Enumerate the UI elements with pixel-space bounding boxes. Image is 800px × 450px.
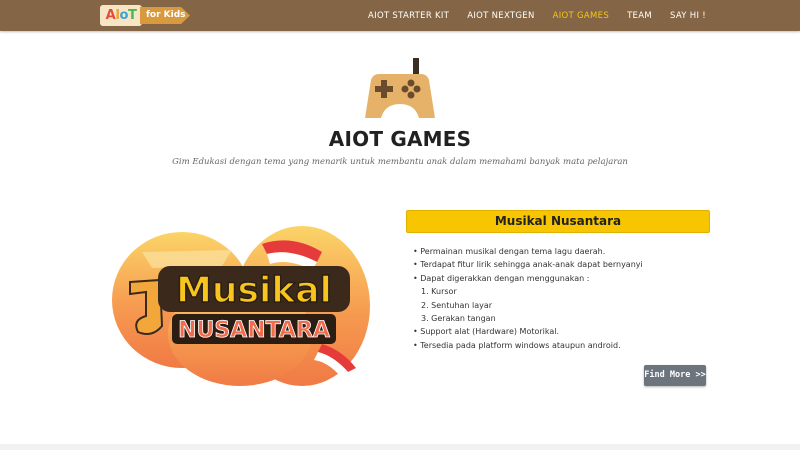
find-more-button[interactable]: Find More >> bbox=[644, 365, 706, 386]
gamepad-icon bbox=[365, 58, 435, 118]
game-title-bar: Musikal Nusantara bbox=[406, 210, 710, 233]
nav-menu: AIOT STARTER KIT AIOT NEXTGEN AIOT GAMES… bbox=[350, 0, 706, 31]
game-art-subtitle: NUSANTARA bbox=[178, 318, 330, 343]
feature-item: • Terdapat fitur lirik sehingga anak-ana… bbox=[413, 260, 643, 270]
game-art-title: Musikal bbox=[176, 270, 332, 311]
feature-item: • Support alat (Hardware) Motorikal. bbox=[413, 327, 560, 337]
feature-list: • Permainan musikal dengan tema lagu dae… bbox=[413, 245, 713, 352]
top-navbar: AIoT for Kids AIOT STARTER KIT AIOT NEXT… bbox=[0, 0, 800, 31]
nav-item-team[interactable]: TEAM bbox=[627, 11, 652, 21]
feature-item: • Permainan musikal dengan tema lagu dae… bbox=[413, 247, 606, 256]
logo-tag: for Kids bbox=[140, 7, 190, 24]
nav-item-say-hi[interactable]: SAY HI ! bbox=[670, 11, 706, 21]
feature-subitem: 2. Sentuhan layar bbox=[421, 300, 493, 310]
nav-item-games[interactable]: AIOT GAMES bbox=[553, 11, 609, 21]
page-subtitle: Gim Edukasi dengan tema yang menarik unt… bbox=[172, 157, 628, 167]
feature-item: • Tersedia pada platform windows ataupun… bbox=[413, 340, 621, 350]
site-logo[interactable]: AIoT for Kids bbox=[100, 5, 192, 26]
page-title: AIOT GAMES bbox=[328, 127, 472, 151]
feature-subitem: 3. Gerakan tangan bbox=[421, 313, 496, 323]
nav-item-nextgen[interactable]: AIOT NEXTGEN bbox=[467, 11, 534, 21]
feature-item: • Dapat digerakkan dengan menggunakan : bbox=[413, 273, 590, 283]
nav-item-starter-kit[interactable]: AIOT STARTER KIT bbox=[368, 11, 449, 21]
logo-main-text: AIoT bbox=[100, 5, 142, 26]
game-cover-image[interactable]: Musikal NUSANTARA bbox=[112, 222, 374, 386]
feature-subitem: 1. Kursor bbox=[421, 287, 457, 297]
footer-divider bbox=[0, 444, 800, 450]
